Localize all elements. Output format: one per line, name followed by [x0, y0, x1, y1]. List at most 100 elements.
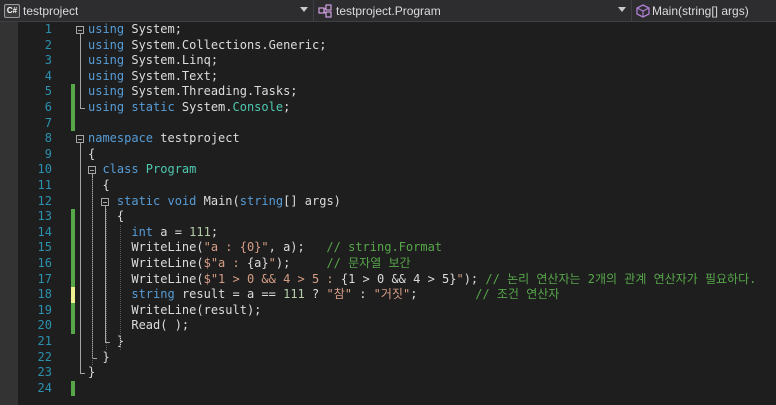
- line-number: 15: [37, 240, 52, 255]
- line-number: 1: [44, 22, 52, 36]
- indent-guide: [106, 209, 107, 350]
- code-line[interactable]: using System.Collections.Generic;: [88, 38, 326, 54]
- line-number: 12: [37, 193, 52, 208]
- code-token: [] args): [283, 193, 341, 208]
- code-token: ;: [210, 224, 219, 239]
- code-token: using: [88, 53, 125, 68]
- code-token: 111: [283, 287, 305, 302]
- saved-change-marker: [71, 256, 75, 272]
- collapse-icon[interactable]: [76, 26, 84, 34]
- outline-end: [80, 108, 85, 109]
- code-token: );: [463, 271, 486, 286]
- code-token: ": [268, 256, 276, 270]
- code-token: {: [88, 146, 96, 161]
- code-token: using: [88, 84, 125, 99]
- line-number: 8: [44, 131, 52, 146]
- line-number: 16: [37, 256, 52, 270]
- class-icon: [318, 3, 332, 18]
- code-line[interactable]: }: [88, 365, 95, 381]
- line-number: 2: [44, 37, 52, 52]
- saved-change-marker: [71, 84, 75, 100]
- code-token: System.: [174, 100, 233, 114]
- code-line[interactable]: WriteLine(result);: [88, 303, 261, 319]
- line-number: 11: [37, 178, 52, 192]
- code-token: System.Collections.Generic;: [124, 37, 327, 52]
- outline-line: [80, 143, 81, 374]
- saved-change-marker: [71, 271, 75, 288]
- code-line[interactable]: {: [88, 147, 95, 163]
- code-token: ;: [283, 100, 291, 114]
- project-dropdown-label: testproject: [23, 3, 79, 18]
- code-line[interactable]: using System.Linq;: [88, 53, 218, 69]
- code-token: ;: [410, 287, 476, 302]
- code-token: using: [88, 68, 125, 83]
- collapse-icon[interactable]: [101, 197, 109, 206]
- code-token: ?: [304, 287, 327, 302]
- code-line[interactable]: using static System.Console;: [88, 100, 290, 116]
- saved-change-marker: [71, 209, 75, 225]
- saved-change-marker: [71, 302, 75, 319]
- code-token: System;: [124, 22, 182, 36]
- code-token: string: [239, 193, 284, 208]
- code-line[interactable]: int a = 111;: [88, 225, 218, 241]
- collapse-icon[interactable]: [76, 135, 84, 144]
- code-line[interactable]: using System.Threading.Tasks;: [88, 84, 298, 100]
- collapse-icon[interactable]: [88, 166, 96, 175]
- line-number: 24: [37, 380, 52, 395]
- line-number: 17: [37, 271, 52, 286]
- line-number: 23: [37, 365, 52, 380]
- line-number: 6: [44, 100, 52, 114]
- code-token: // 문자열 보간: [326, 256, 411, 270]
- code-token: void: [160, 193, 197, 208]
- line-number: 4: [44, 68, 52, 83]
- code-editor[interactable]: 1 2 3 4 5 6 7 8 9 10 11 12 13 14 15 16 17 18 19 20 21 22 23 24 …: [0, 22, 776, 405]
- code-token: System.Text;: [124, 68, 219, 83]
- code-token: using: [88, 100, 125, 114]
- code-token: $"1 > 0 && 4 > 5 :: [203, 271, 341, 286]
- code-line[interactable]: string result = a == 111 ? "참" : "거짓"; /…: [88, 287, 559, 303]
- type-dropdown-label: testproject.Program: [336, 3, 441, 18]
- member-dropdown-label: Main(string[] args): [652, 3, 749, 18]
- line-number: 10: [37, 162, 52, 177]
- code-token: "a : {0}": [203, 240, 269, 255]
- code-token: class: [102, 162, 139, 177]
- line-number: 14: [37, 224, 52, 239]
- code-token: Program: [138, 162, 197, 177]
- code-token: {a}: [246, 256, 269, 270]
- chevron-down-icon[interactable]: [618, 7, 626, 12]
- saved-change-marker: [71, 115, 75, 132]
- chevron-down-icon[interactable]: [300, 7, 308, 12]
- code-token: Main(: [196, 193, 240, 208]
- code-token: using: [88, 37, 125, 52]
- navigation-bar: C# testproject testproject.Program Main(…: [0, 0, 776, 22]
- project-dropdown[interactable]: C# testproject: [0, 0, 314, 21]
- code-line[interactable]: WriteLine("a : {0}", a); // string.Forma…: [88, 240, 442, 256]
- code-line[interactable]: class Program: [88, 162, 196, 178]
- line-number-gutter: 1 2 3 4 5 6 7 8 9 10 11 12 13 14 15 16 17 18 19 20 21 22 23 24: [18, 22, 66, 405]
- code-token: $"a :: [203, 256, 247, 270]
- code-token: {1 > 0 && 4 > 5}: [340, 271, 457, 286]
- line-number: 22: [37, 349, 52, 364]
- line-number: 7: [44, 115, 52, 130]
- code-line[interactable]: WriteLine($"a : {a}"); // 문자열 보간: [88, 256, 411, 272]
- code-line[interactable]: using System;: [88, 22, 182, 38]
- saved-change-marker: [71, 100, 75, 116]
- code-token: // string.Format: [326, 240, 443, 255]
- member-dropdown[interactable]: Main(string[] args): [632, 0, 776, 21]
- code-line[interactable]: namespace testproject: [88, 131, 240, 147]
- outline-end: [80, 373, 85, 375]
- indent-guide: [92, 178, 93, 366]
- type-dropdown[interactable]: testproject.Program: [314, 0, 632, 21]
- line-number: 5: [44, 84, 52, 99]
- code-line[interactable]: using System.Text;: [88, 69, 218, 85]
- code-token: "거짓": [373, 287, 411, 302]
- line-number: 19: [37, 302, 52, 317]
- csharp-project-icon: C#: [4, 3, 20, 18]
- code-line[interactable]: Read( );: [88, 318, 189, 334]
- code-line[interactable]: WriteLine($"1 > 0 && 4 > 5 : {1 > 0 && 4…: [88, 272, 756, 288]
- code-token: int: [131, 224, 154, 239]
- code-line[interactable]: static void Main(string[] args): [88, 194, 341, 210]
- code-token: Console: [232, 100, 284, 114]
